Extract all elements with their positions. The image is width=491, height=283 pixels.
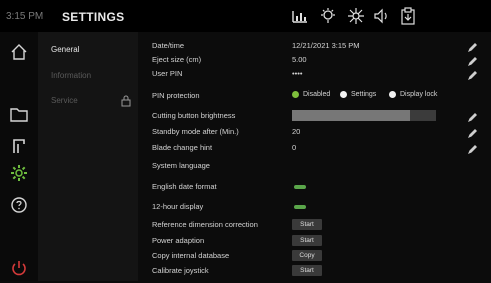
setting-row-cutting-brightness: Cutting button brightness: [138, 108, 491, 124]
radio-settings[interactable]: Settings: [340, 91, 376, 98]
copy-database-label: Copy internal database: [152, 251, 230, 260]
12-hour-toggle[interactable]: [294, 205, 306, 209]
blade-hint-value: 0: [292, 143, 297, 152]
cutting-brightness-label: Cutting button brightness: [152, 111, 236, 120]
radio-dot: [389, 91, 396, 98]
start-button[interactable]: Start: [292, 219, 322, 230]
power-adaption-label: Power adaption: [152, 236, 205, 245]
slider-fill: [292, 110, 411, 121]
home-icon[interactable]: [9, 42, 29, 62]
settings-menu: General Information Service: [38, 32, 138, 281]
top-bar: 3:15 PM SETTINGS: [0, 0, 491, 32]
english-date-label: English date format: [152, 182, 217, 191]
menu-item-service[interactable]: Service: [51, 96, 78, 105]
english-date-toggle[interactable]: [294, 185, 306, 189]
date-time-value: 12/21/2021 3:15 PM: [292, 41, 360, 50]
setting-row-user-pin[interactable]: User PIN ••••: [138, 66, 491, 82]
12-hour-label: 12-hour display: [152, 202, 204, 211]
setting-row-12-hour: 12-hour display: [138, 199, 491, 215]
power-icon[interactable]: [9, 258, 29, 278]
setting-row-copy-database: Copy internal database Copy: [138, 248, 491, 264]
setting-row-reference-dimension: Reference dimension correction Start: [138, 217, 491, 233]
clipboard-icon[interactable]: [398, 6, 418, 26]
reference-dimension-label: Reference dimension correction: [152, 220, 258, 229]
edit-pencil-icon[interactable]: [467, 40, 477, 52]
menu-item-information[interactable]: Information: [51, 71, 91, 80]
setting-row-power-adaption: Power adaption Start: [138, 233, 491, 249]
brightness-icon[interactable]: [346, 6, 366, 26]
setting-row-pin-protection: PIN protection Disabled Settings Display…: [138, 88, 491, 104]
folder-icon[interactable]: [9, 104, 29, 124]
standby-value: 20: [292, 127, 301, 136]
system-language-label: System language: [152, 161, 210, 170]
user-pin-label: User PIN: [152, 69, 183, 78]
settings-gear-icon[interactable]: [9, 163, 29, 183]
eject-size-value: 5.00: [292, 55, 307, 64]
pin-protection-label: PIN protection: [152, 91, 200, 100]
setting-row-calibrate-joystick: Calibrate joystick Start: [138, 263, 491, 279]
setting-row-standby[interactable]: Standby mode after (Min.) 20: [138, 124, 491, 140]
radio-dot: [340, 91, 347, 98]
edit-pencil-icon[interactable]: [467, 54, 477, 66]
copy-button[interactable]: Copy: [292, 250, 322, 261]
page-title: SETTINGS: [62, 10, 125, 24]
edit-pencil-icon[interactable]: [467, 68, 477, 80]
date-time-label: Date/time: [152, 41, 185, 50]
clock: 3:15 PM: [6, 11, 44, 22]
setting-row-english-date: English date format: [138, 179, 491, 195]
help-icon[interactable]: [9, 195, 29, 215]
blade-icon[interactable]: [9, 136, 29, 156]
start-button[interactable]: Start: [292, 265, 322, 276]
setting-row-system-language[interactable]: System language: [138, 158, 491, 174]
blade-hint-label: Blade change hint: [152, 143, 213, 152]
edit-pencil-icon[interactable]: [467, 110, 477, 122]
user-pin-value: ••••: [292, 69, 303, 78]
sound-icon[interactable]: [372, 6, 392, 26]
brightness-slider[interactable]: [292, 110, 436, 121]
calibrate-joystick-label: Calibrate joystick: [152, 266, 209, 275]
settings-panel: Date/time 12/21/2021 3:15 PM Eject size …: [138, 32, 491, 281]
edit-pencil-icon[interactable]: [467, 126, 477, 138]
nav-rail: [0, 32, 38, 281]
menu-item-general[interactable]: General: [51, 45, 79, 54]
radio-disabled[interactable]: Disabled: [292, 91, 330, 98]
standby-label: Standby mode after (Min.): [152, 127, 239, 136]
stats-icon[interactable]: [290, 6, 310, 26]
eject-size-label: Eject size (cm): [152, 55, 202, 64]
start-button[interactable]: Start: [292, 235, 322, 246]
radio-display-lock[interactable]: Display lock: [389, 91, 437, 98]
edit-pencil-icon[interactable]: [467, 142, 477, 154]
setting-row-blade-hint[interactable]: Blade change hint 0: [138, 140, 491, 156]
light-icon[interactable]: [318, 6, 338, 26]
lock-icon: [121, 94, 131, 107]
radio-selected-dot: [292, 91, 299, 98]
